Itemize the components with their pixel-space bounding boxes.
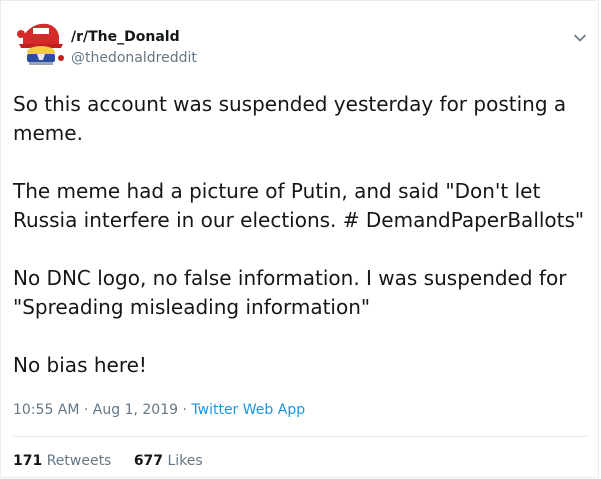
retweets-stat[interactable]: 171 Retweets [13, 453, 111, 469]
tweet-text: So this account was suspended yesterday … [13, 90, 588, 380]
tweet-line: The meme had a picture of Putin, and sai… [13, 179, 541, 203]
retweets-count: 171 [13, 453, 43, 469]
source-link[interactable]: Twitter Web App [191, 402, 305, 418]
likes-count: 677 [133, 453, 164, 469]
tweet-line: So this account was suspended yesterday … [13, 92, 567, 116]
divider [13, 436, 588, 437]
timestamp[interactable]: 10:55 AM · Aug 1, 2019 [13, 402, 178, 418]
tweet-line: Russia interfere in our elections. # Dem… [13, 208, 585, 232]
username-handle[interactable]: @thedonaldreddit [71, 50, 197, 66]
display-name[interactable]: /r/The_Donald [71, 29, 180, 45]
likes-label: Likes [167, 453, 203, 469]
tweet-line: meme. [13, 121, 83, 145]
tweet-metadata: 10:55 AM · Aug 1, 2019 · Twitter Web App [13, 402, 305, 418]
meta-separator: · [178, 402, 192, 418]
likes-stat[interactable]: 677 Likes [134, 453, 203, 469]
tweet-card: /r/The_Donald @thedonaldreddit So this a… [0, 0, 599, 478]
tweet-line: "Spreading misleading information" [13, 295, 371, 319]
tweet-line: No bias here! [13, 353, 147, 377]
tweet-line: No DNC logo, no false information. I was… [13, 266, 567, 290]
tweet-header: /r/The_Donald @thedonaldreddit [13, 14, 588, 72]
retweets-label: Retweets [46, 453, 112, 469]
trump-hat-avatar-icon [17, 22, 64, 66]
avatar[interactable] [13, 14, 69, 70]
chevron-down-icon[interactable] [572, 30, 588, 46]
tweet-stats: 171 Retweets 677 Likes [13, 453, 203, 469]
